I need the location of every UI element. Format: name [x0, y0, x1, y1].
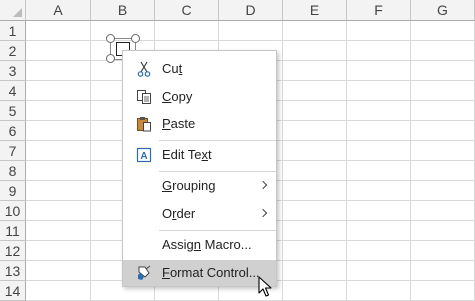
menu-item-label: Edit Text	[162, 147, 212, 162]
row-header-4[interactable]: 4	[0, 81, 26, 101]
menu-separator	[159, 171, 276, 172]
row-header-6[interactable]: 6	[0, 121, 26, 141]
format-brush-icon	[138, 265, 151, 280]
row-header-1[interactable]: 1	[0, 21, 26, 41]
menu-item-order[interactable]: Order	[123, 201, 276, 227]
menu-item-label: Cut	[162, 61, 183, 76]
text-box-icon: A	[136, 147, 152, 163]
menu-item-assign-macro[interactable]: Assign Macro...	[123, 232, 276, 258]
menu-item-label: Assign Macro...	[162, 237, 252, 252]
menu-item-paste[interactable]: Paste	[123, 111, 276, 137]
row-header-11[interactable]: 11	[0, 221, 26, 241]
paste-icon	[137, 117, 151, 132]
menu-item-cut[interactable]: Cut	[123, 56, 276, 82]
column-header-f[interactable]: F	[347, 0, 411, 21]
context-menu: Cut Copy Paste A Edit Text Grouping Orde…	[122, 50, 277, 287]
menu-item-copy[interactable]: Copy	[123, 84, 276, 110]
column-header-e[interactable]: E	[283, 0, 347, 21]
menu-separator	[159, 140, 276, 141]
row-header-9[interactable]: 9	[0, 181, 26, 201]
row-header-12[interactable]: 12	[0, 241, 26, 261]
menu-item-label: Paste	[162, 116, 196, 131]
row-header-5[interactable]: 5	[0, 101, 26, 121]
menu-item-label: Format Control...	[162, 265, 260, 280]
chevron-right-icon	[258, 208, 268, 218]
mouse-pointer-icon	[258, 276, 272, 297]
row-header-14[interactable]: 14	[0, 281, 26, 301]
svg-text:A: A	[140, 151, 147, 162]
column-header-b[interactable]: B	[91, 0, 155, 21]
menu-item-format-control[interactable]: Format Control...	[123, 260, 276, 286]
menu-separator	[159, 230, 276, 231]
column-header-g[interactable]: G	[411, 0, 475, 21]
menu-item-label: Grouping	[162, 178, 216, 193]
menu-item-label: Order	[162, 206, 196, 221]
chevron-right-icon	[258, 180, 268, 190]
menu-item-grouping[interactable]: Grouping	[123, 173, 276, 199]
menu-item-label: Copy	[162, 89, 193, 104]
row-header-3[interactable]: 3	[0, 61, 26, 81]
row-header-13[interactable]: 13	[0, 261, 26, 281]
select-all-corner[interactable]	[0, 0, 26, 21]
copy-icon	[137, 90, 151, 104]
column-header-d[interactable]: D	[219, 0, 283, 21]
gridline	[26, 40, 475, 41]
gridline	[410, 21, 411, 301]
row-header-10[interactable]: 10	[0, 201, 26, 221]
gridline	[346, 21, 347, 301]
menu-item-edit-text[interactable]: A Edit Text	[123, 142, 276, 168]
row-header-8[interactable]: 8	[0, 161, 26, 181]
gridline	[282, 21, 283, 301]
resize-handle-bottom-left[interactable]	[106, 54, 115, 63]
column-header-c[interactable]: C	[155, 0, 219, 21]
resize-handle-top-left[interactable]	[106, 34, 115, 43]
resize-handle-top-right[interactable]	[131, 34, 140, 43]
row-header-7[interactable]: 7	[0, 141, 26, 161]
column-header-a[interactable]: A	[26, 0, 91, 21]
row-header-2[interactable]: 2	[0, 41, 26, 61]
gridline	[90, 21, 91, 301]
scissors-icon	[137, 61, 151, 77]
